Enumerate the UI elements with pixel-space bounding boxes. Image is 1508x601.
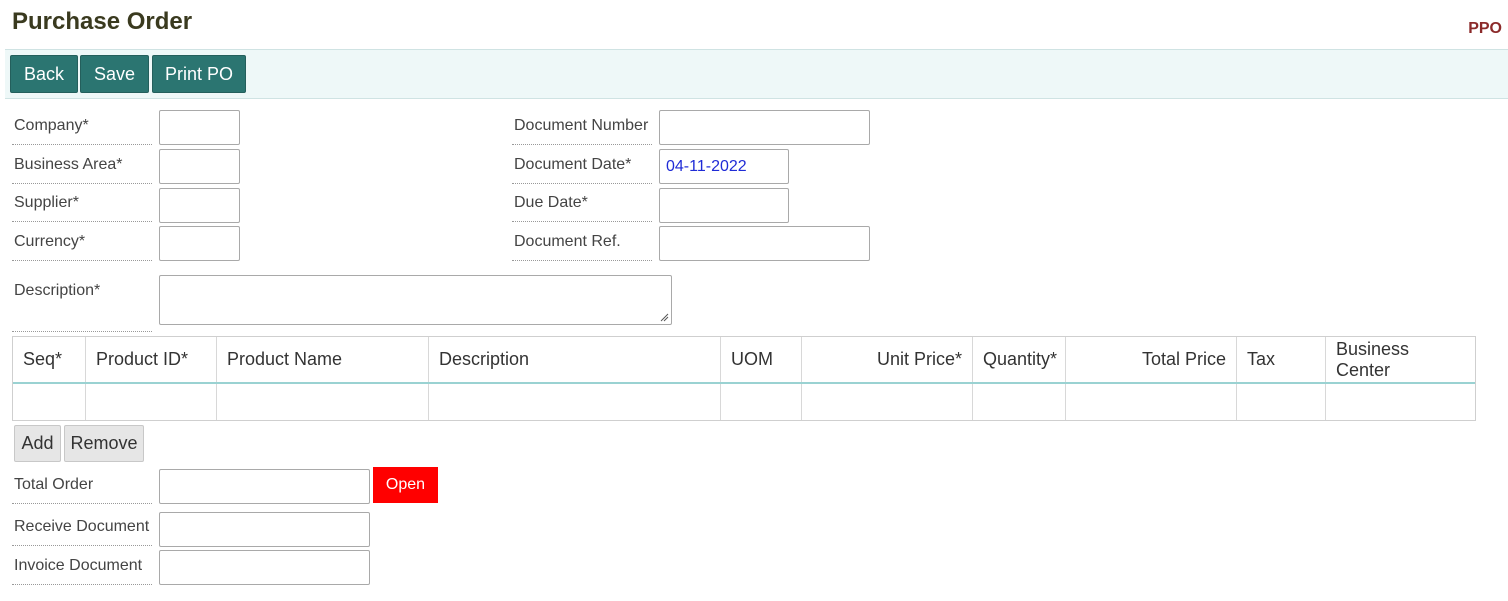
invoice-document-label: Invoice Document [12,557,152,585]
form-code: PPO [1468,20,1502,37]
business-area-input[interactable] [159,149,240,184]
grid-cell[interactable] [217,384,429,420]
grid-cell[interactable] [86,384,217,420]
document-ref-label: Document Ref. [512,233,652,261]
document-date-label: Document Date* [512,156,652,184]
grid-cell[interactable] [973,384,1066,420]
save-button[interactable]: Save [80,55,149,93]
toolbar: Back Save Print PO [5,49,1508,99]
company-input[interactable] [159,110,240,145]
due-date-label: Due Date* [512,194,652,222]
col-product-name[interactable]: Product Name [217,337,429,382]
document-ref-input[interactable] [659,226,870,261]
col-seq[interactable]: Seq* [13,337,86,382]
receive-document-input[interactable] [159,512,370,547]
grid-header: Seq* Product ID* Product Name Descriptio… [13,337,1475,384]
receive-document-label: Receive Document [12,518,152,546]
grid-cell[interactable] [429,384,721,420]
grid-cell[interactable] [721,384,802,420]
col-quantity[interactable]: Quantity* [973,337,1066,382]
currency-input[interactable] [159,226,240,261]
resize-grip-icon[interactable] [660,313,669,322]
grid-cell[interactable] [1066,384,1237,420]
total-order-input[interactable] [159,469,370,504]
grid-cell[interactable] [802,384,973,420]
col-business-center[interactable]: Business Center [1326,337,1475,382]
col-total-price[interactable]: Total Price [1066,337,1237,382]
status-badge: Open [373,467,438,503]
col-product-id[interactable]: Product ID* [86,337,217,382]
col-uom[interactable]: UOM [721,337,802,382]
col-unit-price[interactable]: Unit Price* [802,337,973,382]
grid-cell[interactable] [1326,384,1475,420]
remove-row-button[interactable]: Remove [64,425,144,462]
page-title: Purchase Order [12,8,193,35]
total-order-label: Total Order [12,476,152,504]
supplier-input[interactable] [159,188,240,223]
document-date-input[interactable] [659,149,789,184]
grid-cell[interactable] [13,384,86,420]
company-label: Company* [12,117,152,145]
col-description[interactable]: Description [429,337,721,382]
document-number-label: Document Number [512,117,652,145]
due-date-input[interactable] [659,188,789,223]
document-number-input[interactable] [659,110,870,145]
line-items-grid: Seq* Product ID* Product Name Descriptio… [12,336,1476,421]
supplier-label: Supplier* [12,194,152,222]
col-tax[interactable]: Tax [1237,337,1326,382]
invoice-document-input[interactable] [159,550,370,585]
description-textarea[interactable] [159,275,672,325]
description-label: Description* [12,282,152,332]
currency-label: Currency* [12,233,152,261]
back-button[interactable]: Back [10,55,78,93]
print-po-button[interactable]: Print PO [152,55,246,93]
business-area-label: Business Area* [12,156,152,184]
grid-cell[interactable] [1237,384,1326,420]
add-row-button[interactable]: Add [14,425,61,462]
